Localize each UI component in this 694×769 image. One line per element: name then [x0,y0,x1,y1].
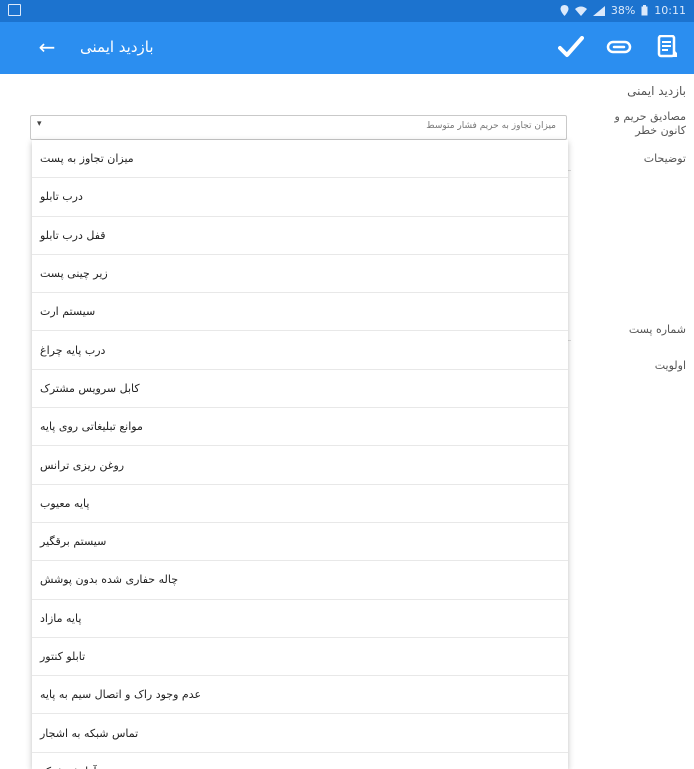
dropdown-item[interactable]: کابل سرویس مشترک [32,370,568,409]
location-icon [560,5,569,16]
signal-icon [592,5,605,16]
arrow-back-icon[interactable]: ← [34,34,60,60]
dropdown-item[interactable]: تابلو کنتور [32,638,568,677]
post-number-field-label: شماره پست [628,323,686,336]
category-field-label: مصادیق حریم و کانون خطر [614,110,686,137]
dropdown-item[interactable]: میزان تجاوز به پست [32,140,568,179]
dropdown-item[interactable]: عدم وجود راک و اتصال سیم به پایه [32,676,568,715]
attach-button[interactable] [604,32,634,62]
dropdown-item[interactable]: درب تابلو [32,178,568,217]
notification-icon [8,4,21,16]
status-bar: 38% 10:11 [0,0,694,22]
dropdown-item[interactable]: زیر چینی پست [32,255,568,294]
dropdown-item[interactable]: چاله حفاری شده بدون پوشش [32,561,568,600]
dropdown-item[interactable]: موانع تبلیغاتی روی پایه [32,408,568,447]
form-icon [657,35,677,58]
priority-field-label: اولویت [654,359,686,372]
page-title: بازدید ایمنی [80,38,154,56]
confirm-button[interactable] [556,32,586,62]
section-title: بازدید ایمنی [627,84,686,98]
attachment-icon [606,40,632,54]
form-button[interactable] [652,32,682,62]
app-bar-actions [556,32,682,62]
dropdown-item[interactable]: روغن ریزی ترانس [32,446,568,485]
dropdown-item[interactable]: آرایش شبکه [32,753,568,769]
dropdown-item[interactable]: پایه معیوب [32,485,568,523]
wifi-icon [574,6,587,16]
caret-down-icon: ▾ [37,119,42,129]
description-field-label: توضیحات [643,152,686,165]
dropdown-item[interactable]: سیستم ارت [32,293,568,332]
battery-text: 38% [610,4,636,17]
app-bar: ← بازدید ایمنی [0,22,694,74]
clock: 10:11 [654,4,686,17]
dropdown-item[interactable]: سیستم برقگیر [32,523,568,562]
battery-icon [641,5,648,16]
dropdown-item[interactable]: درب پایه چراغ [32,331,568,370]
dropdown-item[interactable]: قفل درب تابلو [32,217,568,255]
category-dropdown-list: میزان تجاوز به پست درب تابلو قفل درب تاب… [32,140,568,769]
dropdown-item[interactable]: تماس شبکه به اشجار [32,714,568,753]
check-icon [558,36,584,57]
category-select-value: میزان تجاوز به حریم فشار متوسط [426,121,556,131]
status-indicators: 38% 10:11 [560,4,686,17]
dropdown-item[interactable]: پایه مازاد [32,600,568,638]
category-select[interactable]: ▾ میزان تجاوز به حریم فشار متوسط [30,115,567,140]
